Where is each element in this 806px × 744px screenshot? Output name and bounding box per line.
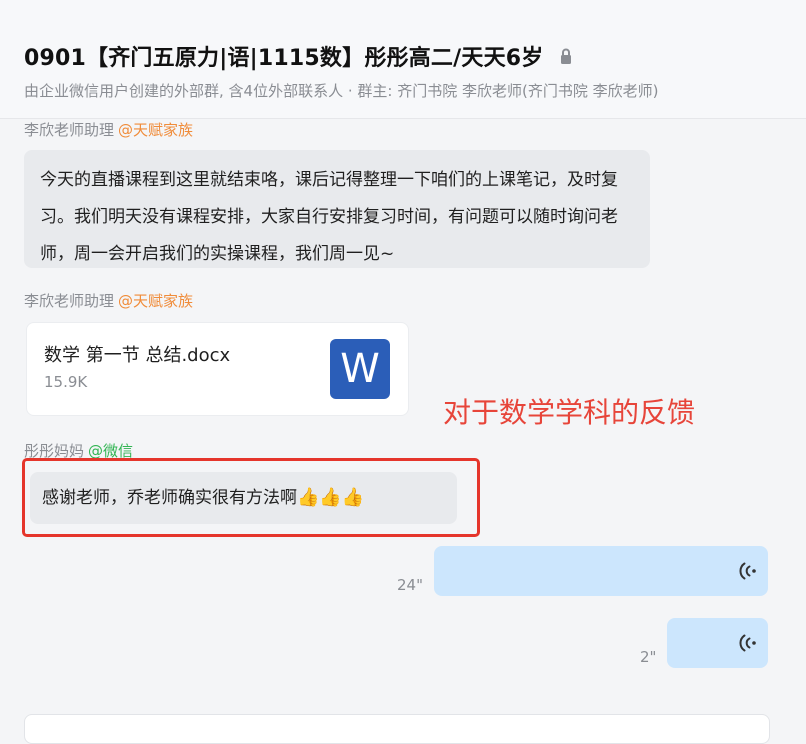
sender-tag: @天赋家族 — [118, 121, 194, 139]
highlight-box — [22, 458, 480, 537]
group-title[interactable]: 0901【齐门五原力|语|1115数】彤彤高二/天天6岁 — [24, 40, 543, 72]
sender-name[interactable]: 李欣老师助理 — [24, 292, 114, 310]
voice-message[interactable] — [667, 618, 768, 668]
lock-icon — [557, 47, 575, 65]
sender-tag: @天赋家族 — [118, 292, 194, 310]
file-attachment-card[interactable]: 数学 第一节 总结.docx 15.9K W — [26, 322, 409, 416]
file-name: 数学 第一节 总结.docx — [44, 345, 231, 366]
voice-wave-icon — [738, 561, 758, 581]
title-row: 0901【齐门五原力|语|1115数】彤彤高二/天天6岁 — [24, 40, 575, 72]
word-document-icon: W — [330, 339, 390, 399]
voice-duration: 2" — [640, 648, 657, 666]
feedback-annotation: 对于数学学科的反馈 — [443, 396, 696, 429]
message-sender: 李欣老师助理 @天赋家族 — [24, 290, 193, 311]
file-size: 15.9K — [44, 373, 88, 391]
voice-duration: 24" — [397, 576, 423, 594]
message-sender: 李欣老师助理 @天赋家族 — [24, 119, 193, 140]
sender-name[interactable]: 李欣老师助理 — [24, 121, 114, 139]
message-bubble[interactable]: 今天的直播课程到这里就结束咯，课后记得整理一下咱们的上课笔记，及时复习。我们明天… — [24, 150, 650, 268]
message-input-area[interactable] — [24, 714, 770, 744]
voice-wave-icon — [738, 633, 758, 653]
voice-message[interactable] — [434, 546, 768, 596]
group-subtitle: 由企业微信用户创建的外部群, 含4位外部联系人 · 群主: 齐门书院 李欣老师(… — [24, 82, 659, 100]
chat-header: 0901【齐门五原力|语|1115数】彤彤高二/天天6岁 由企业微信用户创建的外… — [0, 0, 806, 119]
